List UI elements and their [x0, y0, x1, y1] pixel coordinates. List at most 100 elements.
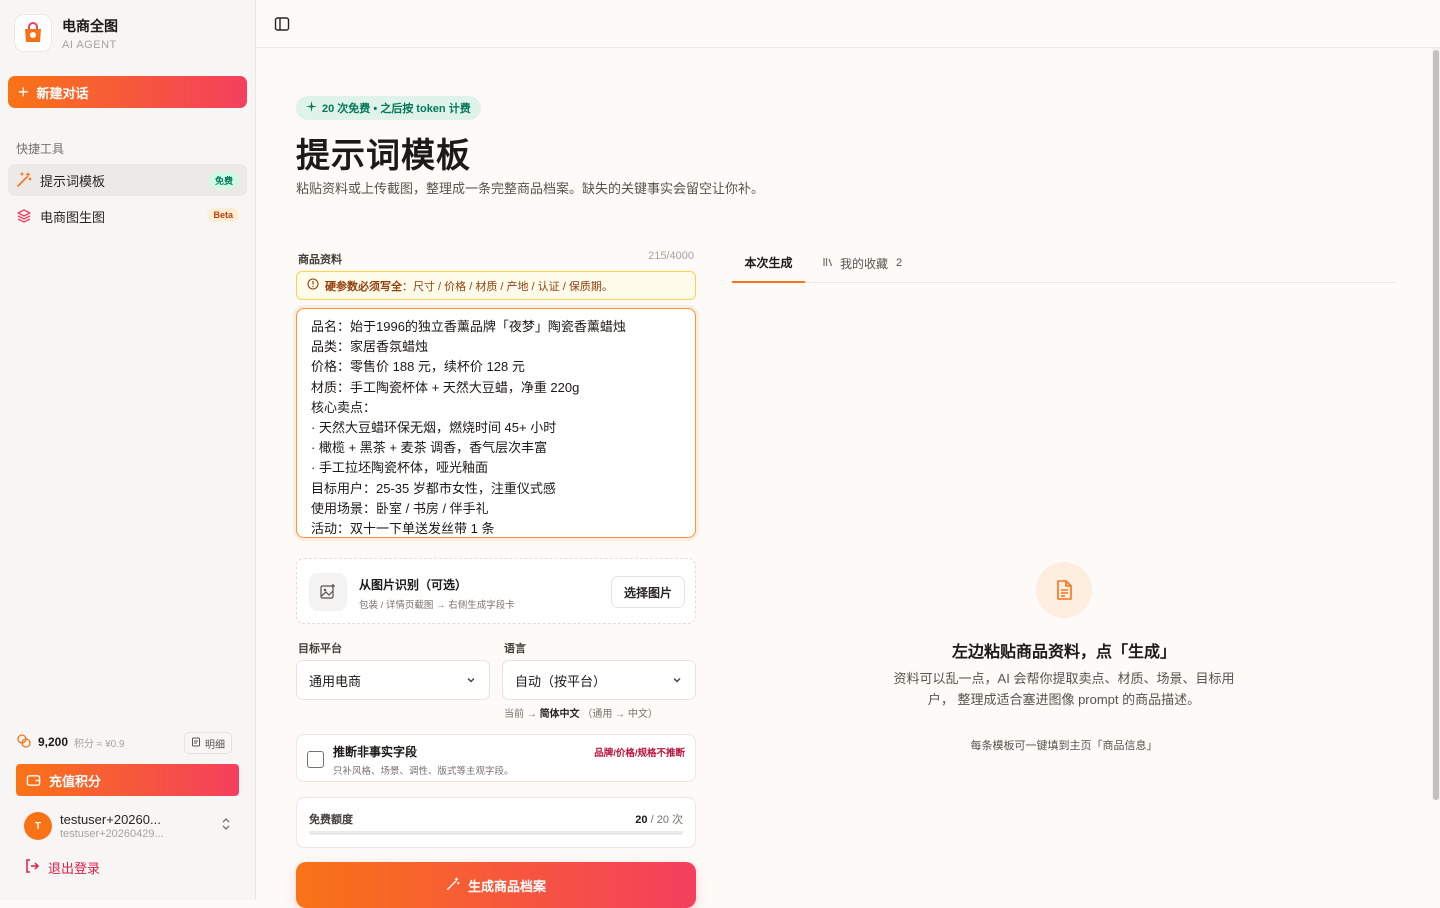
product-info-label: 商品资料	[298, 254, 342, 266]
textarea-line: 材质：手工陶瓷杯体 + 天然大豆蜡，净重 220g	[311, 379, 580, 395]
pill-text: 20 次免费 • 之后按 token 计费	[322, 103, 471, 115]
language-hint: 当前 → 简体中文 （通用 → 中文）	[504, 705, 658, 720]
user-menu[interactable]: T testuser+20260... testuser+20260429...	[16, 806, 239, 846]
sidebar-item-image-to-image[interactable]: 电商图生图 Beta	[8, 200, 247, 232]
recharge-label: 充值积分	[49, 773, 102, 789]
sparkle-icon	[306, 101, 317, 115]
brand-name: 电商全图	[62, 17, 118, 34]
hint-current-language: 简体中文	[539, 709, 580, 720]
chevron-down-icon	[465, 674, 477, 689]
wallet-icon	[26, 773, 41, 788]
brand-subtitle: AI AGENT	[62, 38, 117, 51]
avatar: T	[24, 812, 52, 840]
quota-progress-bar	[309, 831, 683, 835]
textarea-line: 品类：家居香氛蜡烛	[311, 339, 429, 355]
textarea-line: · 天然大豆蜡环保无烟，燃烧时间 45+ 小时	[311, 420, 557, 436]
sidebar-item-label: 电商图生图	[40, 209, 106, 225]
free-badge: 免费	[208, 172, 239, 189]
logout-button[interactable]: 退出登录	[24, 858, 100, 877]
new-chat-button[interactable]: + 新建对话	[8, 76, 247, 108]
page-description: 粘贴资料或上传截图，整理成一条完整商品档案。缺失的关键事实会留空让你补。	[296, 181, 765, 196]
page-title: 提示词模板	[296, 136, 471, 176]
textarea-line: 品名：始于1996的独立香薰品牌「夜梦」陶瓷香薰蜡烛	[311, 319, 626, 334]
language-label: 语言	[504, 643, 526, 655]
magic-wand-icon	[16, 172, 32, 188]
sidebar-toggle-icon[interactable]	[274, 16, 290, 35]
image-plus-icon	[309, 573, 347, 611]
tab-favorites[interactable]: 我的收藏 2	[822, 244, 902, 282]
warning-bold: 硬参数必须写全	[325, 280, 402, 293]
char-counter: 215/4000	[648, 250, 694, 262]
infer-fields-option[interactable]: 推断非事实字段 只补风格、场景、调性、版式等主观字段。 品牌/价格/规格不推断	[296, 734, 696, 782]
textarea-line: · 手工拉坯陶瓷杯体，哑光釉面	[311, 460, 488, 476]
detail-label: 明细	[205, 739, 225, 751]
shopping-bag-logo-icon	[14, 14, 52, 52]
credits-detail-button[interactable]: 明细	[184, 732, 232, 754]
choose-image-button[interactable]: 选择图片	[611, 576, 685, 608]
scrollbar[interactable]	[1432, 48, 1440, 800]
favorites-count: 2	[896, 257, 903, 269]
user-name: testuser+20260...	[60, 812, 161, 827]
sidebar-item-label: 提示词模板	[40, 173, 106, 189]
section-label: 快捷工具	[16, 142, 65, 156]
logout-label: 退出登录	[48, 861, 101, 876]
brand[interactable]: 电商全图 AI AGENT	[14, 14, 118, 52]
new-chat-label: 新建对话	[36, 85, 89, 101]
quota-used: 20	[635, 814, 648, 826]
empty-state-description: 资料可以乱一点，AI 会帮你提取卖点、材质、场景、目标用户， 整理成适合塞进图像…	[893, 671, 1235, 707]
platform-select[interactable]: 通用电商	[296, 660, 490, 700]
coins-icon	[16, 733, 32, 752]
warning-text: ：尺寸 / 价格 / 材质 / 产地 / 认证 / 保质期。	[402, 280, 613, 293]
warning-banner: 硬参数必须写全 ：尺寸 / 价格 / 材质 / 产地 / 认证 / 保质期。	[296, 271, 696, 300]
empty-state-hint: 每条模板可一键填到主页「商品信息」	[970, 740, 1158, 752]
credits-amount: 9,200	[38, 735, 69, 749]
favorites-label: 我的收藏	[840, 256, 889, 271]
alert-circle-icon	[307, 278, 319, 293]
credits-conversion: 积分 ≈ ¥0.9	[74, 738, 125, 750]
language-value: 自动（按平台）	[515, 673, 607, 689]
infer-subtitle: 只补风格、场景、调性、版式等主观字段。	[333, 766, 514, 777]
logout-icon	[24, 858, 40, 877]
upload-title: 从图片识别（可选）	[359, 578, 468, 592]
hint-suffix: （通用 → 中文）	[582, 709, 658, 720]
free-usage-pill: 20 次免费 • 之后按 token 计费	[296, 96, 481, 120]
quota-total: / 20 次	[647, 814, 683, 826]
recharge-button[interactable]: 充值积分	[16, 764, 239, 796]
beta-badge: Beta	[207, 208, 239, 222]
language-select[interactable]: 自动（按平台）	[502, 660, 696, 700]
platform-value: 通用电商	[309, 673, 362, 689]
credits-balance: 9,200 积分 ≈ ¥0.9 明细	[16, 730, 232, 754]
plus-icon: +	[18, 82, 29, 102]
hint-prefix: 当前 →	[504, 709, 537, 720]
textarea-line: · 橄榄 + 黑茶 + 麦茶 调香，香气层次丰富	[311, 440, 548, 456]
user-email: testuser+20260429...	[60, 828, 164, 840]
receipt-icon	[191, 737, 201, 750]
infer-warning: 品牌/价格/规格不推断	[594, 748, 685, 759]
platform-label: 目标平台	[298, 643, 342, 655]
document-icon	[1036, 562, 1092, 618]
free-quota: 免费额度 20 / 20 次	[296, 797, 696, 848]
top-bar	[256, 0, 1440, 48]
textarea-line: 核心卖点：	[311, 399, 377, 415]
image-upload-area[interactable]: 从图片识别（可选） 包装 / 详情页截图 → 右侧生成字段卡 选择图片	[296, 558, 696, 624]
quota-label: 免费额度	[309, 814, 353, 826]
textarea-line: 使用场景：卧室 / 书房 / 伴手礼	[311, 500, 489, 516]
textarea-line: 目标用户：25-35 岁都市女性，注重仪式感	[311, 480, 556, 496]
generate-label: 生成商品档案	[467, 878, 546, 894]
textarea-line: 价格：零售价 188 元，续杯价 128 元	[311, 359, 525, 375]
upload-subtitle: 包装 / 详情页截图 → 右侧生成字段卡	[359, 600, 515, 611]
generate-button[interactable]: 生成商品档案	[296, 862, 696, 908]
empty-state-title: 左边粘贴商品资料，点「生成」	[951, 644, 1176, 661]
layers-icon	[16, 208, 32, 224]
result-tabs: 本次生成 我的收藏 2	[732, 244, 1396, 283]
product-info-textarea[interactable]: 品名：始于1996的独立香薰品牌「夜梦」陶瓷香薰蜡烛 品类：家居香氛蜡烛 价格：…	[296, 308, 696, 538]
sidebar: 电商全图 AI AGENT + 新建对话 快捷工具 提示词模板 免费 电商图生图…	[0, 0, 256, 900]
tab-current-generation[interactable]: 本次生成	[732, 244, 805, 283]
library-icon	[822, 256, 834, 271]
textarea-line: 活动：双十一下单送发丝带 1 条	[311, 521, 495, 537]
sidebar-item-prompt-template[interactable]: 提示词模板 免费	[8, 164, 247, 196]
scrollbar-thumb[interactable]	[1433, 50, 1439, 800]
chevron-up-down-icon	[221, 816, 231, 834]
infer-title: 推断非事实字段	[333, 745, 418, 759]
infer-checkbox[interactable]	[307, 751, 324, 768]
